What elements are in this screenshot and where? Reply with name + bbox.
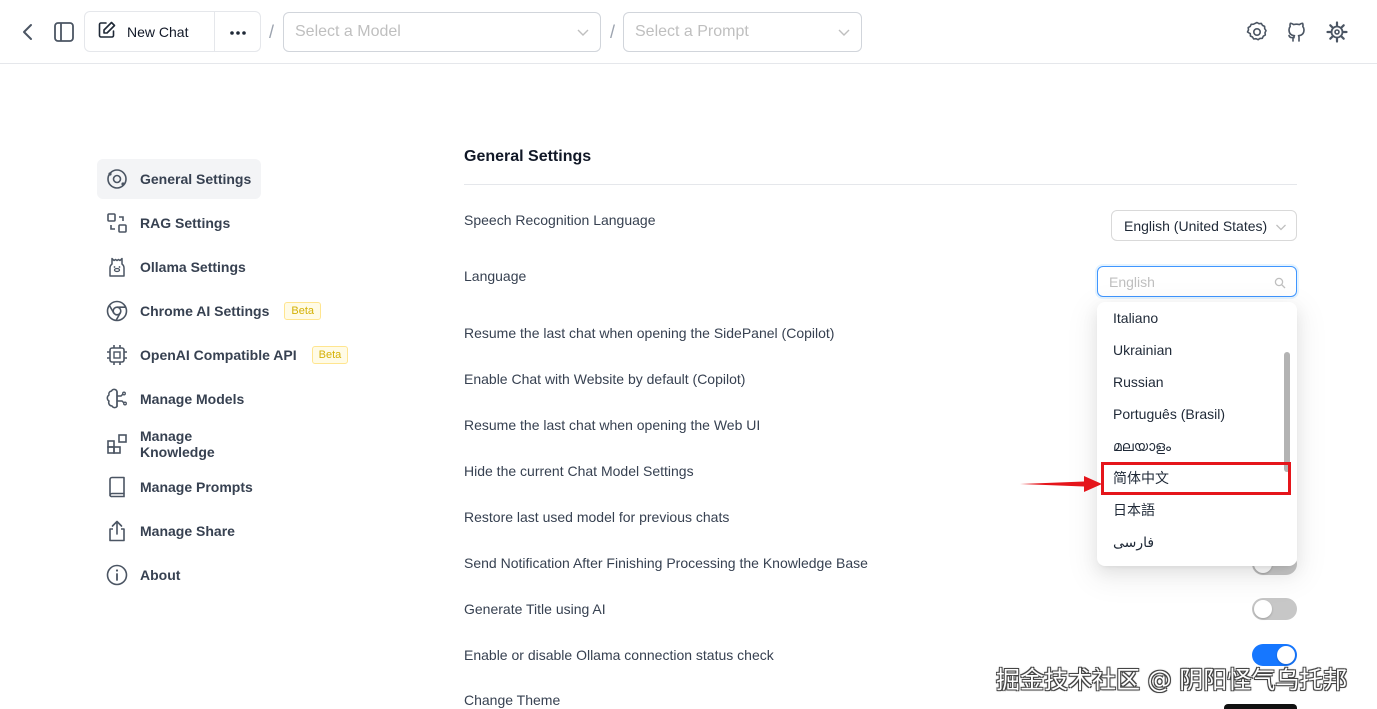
language-option[interactable]: Italiano <box>1101 302 1285 334</box>
new-chat-button[interactable]: New Chat <box>85 12 215 51</box>
chip-icon <box>105 343 129 367</box>
sidebar-item-label: RAG Settings <box>140 215 231 231</box>
theme-toggle-button[interactable] <box>1224 704 1297 709</box>
sidebar-item-ollama-settings[interactable]: Ollama Settings <box>97 247 261 287</box>
sidebar-item-label: About <box>140 567 181 583</box>
back-chevron-icon[interactable] <box>12 16 44 48</box>
sidebar-item-label: Chrome AI Settings <box>140 303 270 319</box>
github-icon[interactable] <box>1280 16 1312 48</box>
annotation-arrow-icon <box>1020 476 1102 492</box>
ollama-llama-icon <box>105 255 129 279</box>
top-bar: New Chat / Select a Model / Select a Pro… <box>0 0 1377 64</box>
blocks-icon <box>105 432 129 456</box>
rag-icon <box>105 211 129 235</box>
sidebar-toggle-icon[interactable] <box>48 16 80 48</box>
search-icon <box>1274 276 1286 294</box>
setting-label-resume-sidepanel: Resume the last chat when opening the Si… <box>464 325 835 341</box>
new-chat-group: New Chat <box>84 11 261 52</box>
sidebar-item-label: Manage Models <box>140 391 245 407</box>
setting-label-chat-with-website: Enable Chat with Website by default (Cop… <box>464 371 746 387</box>
beta-badge: Beta <box>284 302 322 320</box>
settings-icon[interactable] <box>1241 16 1273 48</box>
setting-label-restore-model: Restore last used model for previous cha… <box>464 509 730 525</box>
share-icon <box>105 519 129 543</box>
chevron-down-icon <box>837 25 851 44</box>
language-option[interactable]: Russian <box>1101 366 1285 398</box>
sidebar-item-label: Manage Prompts <box>140 479 253 495</box>
language-search-input[interactable] <box>1109 273 1259 290</box>
sidebar-item-label: Manage Share <box>140 523 235 539</box>
speech-language-value: English (United States) <box>1124 217 1268 234</box>
sidebar-item-manage-knowledge[interactable]: Manage Knowledge <box>97 424 261 464</box>
cog-icon[interactable] <box>1321 16 1353 48</box>
setting-label-ollama-status-check: Enable or disable Ollama connection stat… <box>464 647 774 663</box>
language-option[interactable]: Português (Brasil) <box>1101 398 1285 430</box>
setting-label-send-notification: Send Notification After Finishing Proces… <box>464 555 868 571</box>
watermark: 掘金技术社区 @ 阴阳怪气乌托邦 <box>996 666 1348 694</box>
dropdown-scrollbar[interactable] <box>1284 352 1290 472</box>
book-icon <box>105 475 129 499</box>
edit-icon <box>97 20 117 43</box>
more-options-button[interactable] <box>215 12 260 51</box>
setting-label-resume-webui: Resume the last chat when opening the We… <box>464 417 761 433</box>
sidebar-item-label: Ollama Settings <box>140 259 246 275</box>
sidebar-item-label: General Settings <box>140 171 252 187</box>
info-icon <box>105 563 129 587</box>
sidebar-item-manage-share[interactable]: Manage Share <box>97 511 261 551</box>
separator: / <box>269 22 275 42</box>
setting-label-hide-model-settings: Hide the current Chat Model Settings <box>464 463 694 479</box>
sidebar-item-manage-prompts[interactable]: Manage Prompts <box>97 467 261 507</box>
sidebar-item-label: Manage Knowledge <box>140 428 215 460</box>
settings-orbit-icon <box>105 167 129 191</box>
language-select[interactable] <box>1097 266 1297 297</box>
setting-label-language: Language <box>464 268 527 284</box>
prompt-select[interactable]: Select a Prompt <box>623 12 862 52</box>
ellipsis-icon <box>229 23 247 41</box>
toggle-knob <box>1254 600 1272 618</box>
speech-language-select[interactable]: English (United States) <box>1111 210 1297 241</box>
sidebar-item-general-settings[interactable]: General Settings <box>97 159 261 199</box>
prompt-select-placeholder: Select a Prompt <box>635 23 749 40</box>
sidebar-item-about[interactable]: About <box>97 555 261 595</box>
setting-label-change-theme: Change Theme <box>464 692 561 708</box>
annotation-highlight-box <box>1101 462 1291 495</box>
sidebar-item-label: OpenAI Compatible API <box>140 347 297 363</box>
language-option[interactable]: 日本語 <box>1101 494 1285 526</box>
model-select[interactable]: Select a Model <box>283 12 601 52</box>
separator: / <box>610 22 616 42</box>
sidebar-item-openai-compatible-api[interactable]: OpenAI Compatible API Beta <box>97 335 357 375</box>
language-option[interactable]: മലയാളം <box>1101 430 1285 462</box>
beta-badge: Beta <box>311 346 349 364</box>
setting-label-generate-title: Generate Title using AI <box>464 601 606 617</box>
language-option[interactable]: فارسی <box>1101 526 1285 558</box>
toggle-generate-title[interactable] <box>1252 598 1297 620</box>
sidebar-item-chrome-ai-settings[interactable]: Chrome AI Settings Beta <box>97 291 327 331</box>
chevron-down-icon <box>1275 220 1287 236</box>
new-chat-label: New Chat <box>127 23 189 40</box>
setting-label-speech-language: Speech Recognition Language <box>464 212 656 228</box>
language-dropdown: Italiano Ukrainian Russian Português (Br… <box>1097 302 1297 566</box>
title-divider <box>464 184 1297 185</box>
language-option[interactable]: Ukrainian <box>1101 334 1285 366</box>
page-title: General Settings <box>464 148 592 165</box>
model-select-placeholder: Select a Model <box>295 23 401 40</box>
chevron-down-icon <box>576 25 590 44</box>
chrome-icon <box>105 299 129 323</box>
brain-icon <box>105 387 129 411</box>
sidebar-item-manage-models[interactable]: Manage Models <box>97 379 261 419</box>
sidebar-item-rag-settings[interactable]: RAG Settings <box>97 203 261 243</box>
